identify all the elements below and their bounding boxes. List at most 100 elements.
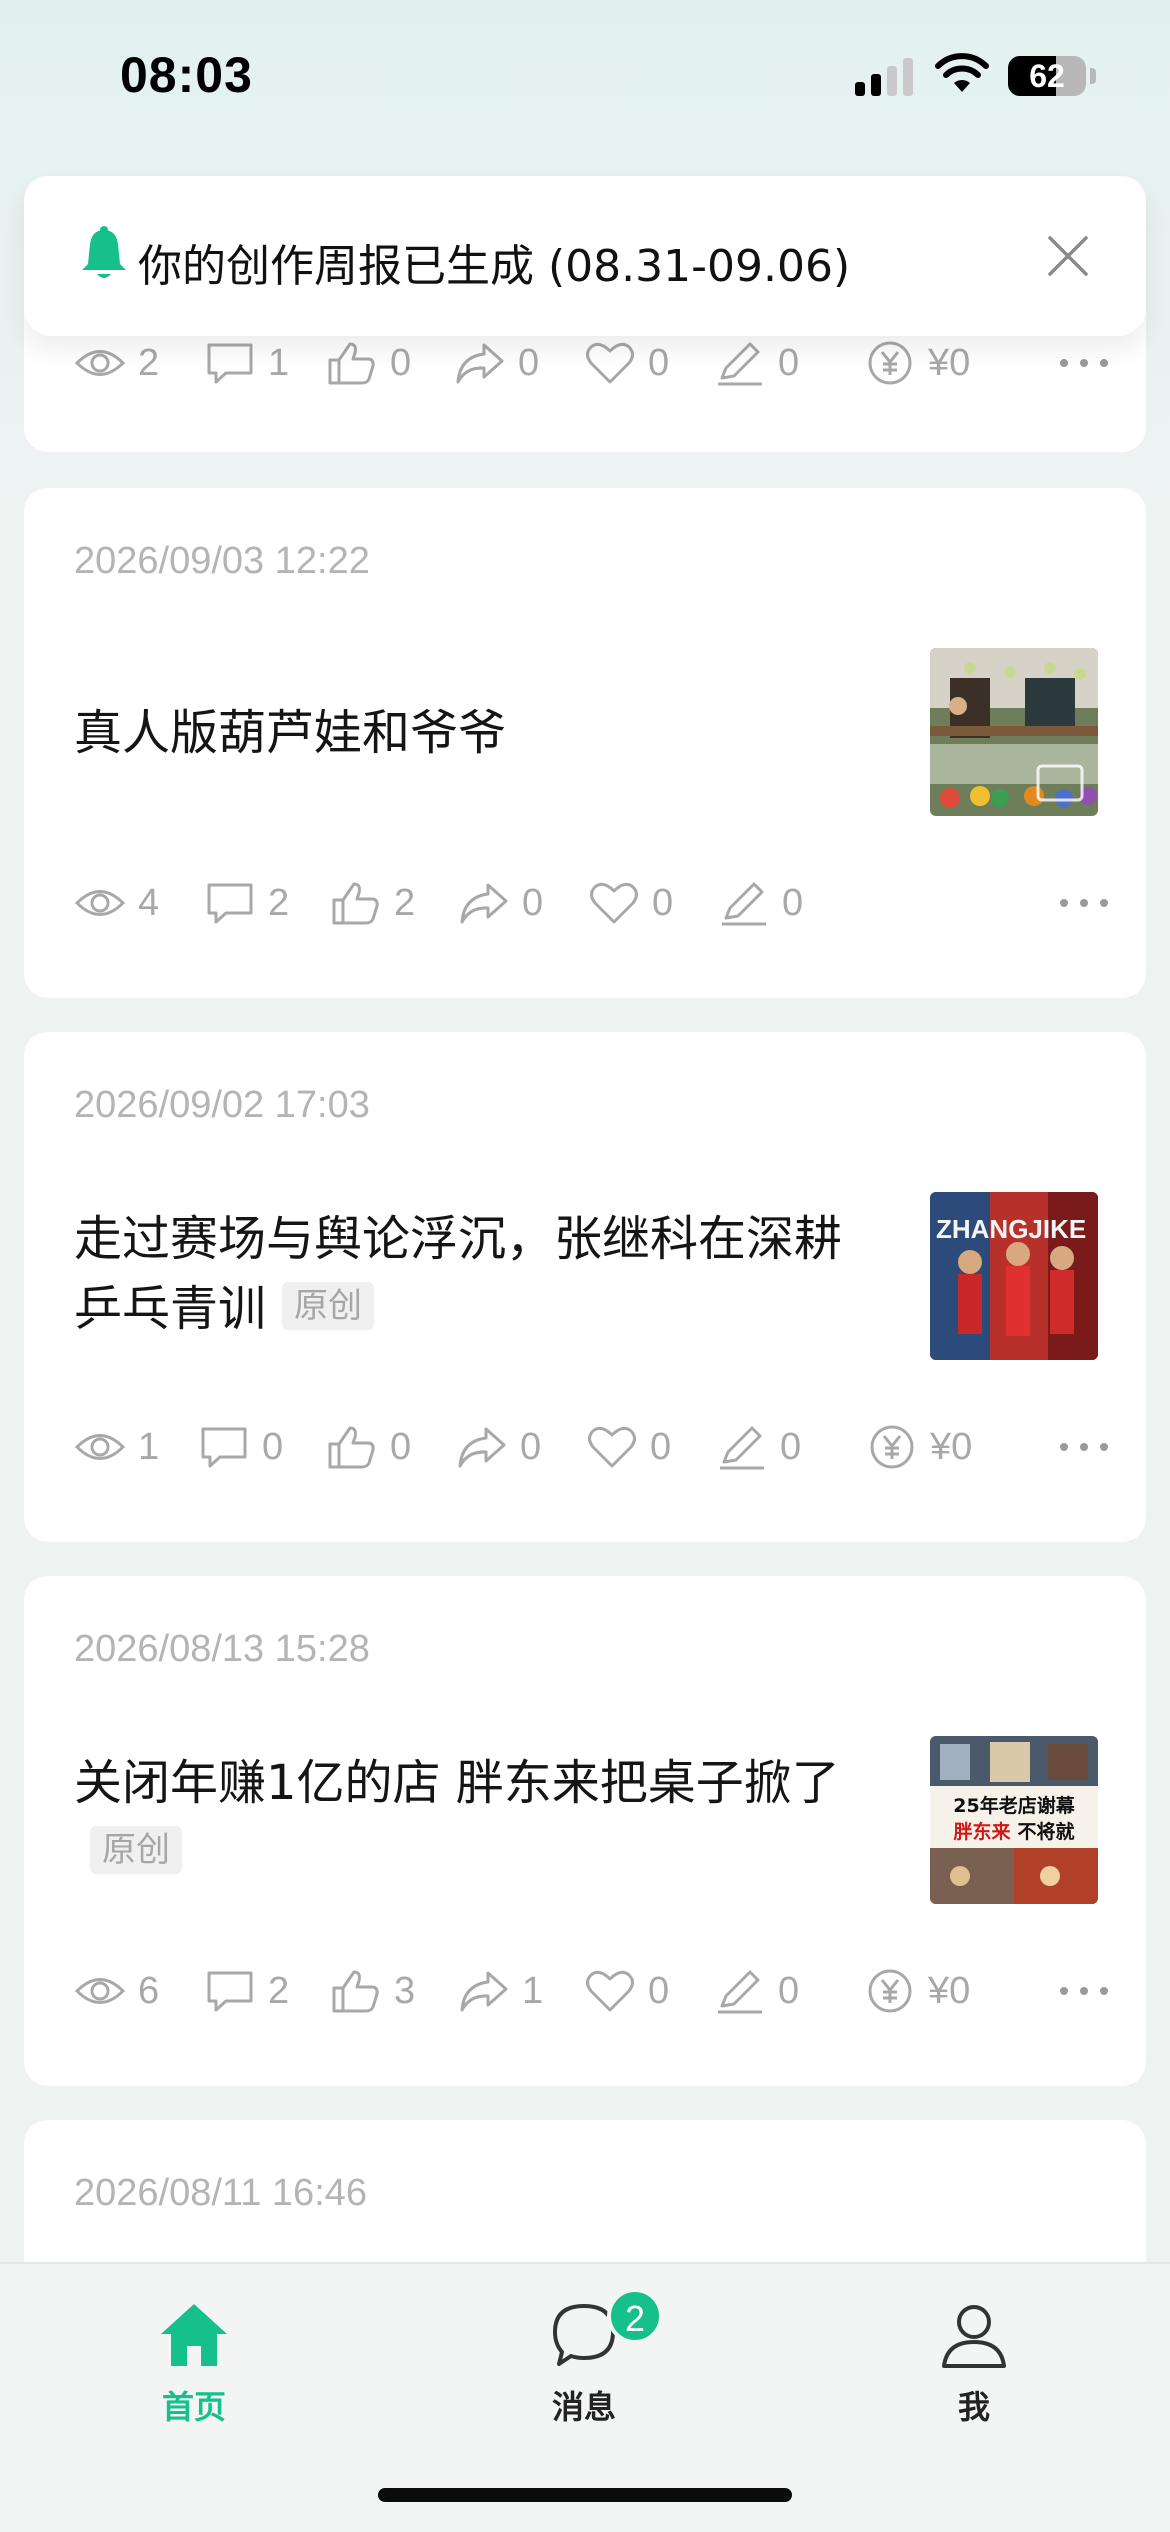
notice-text: 你的创作周报已生成 (08.31-09.06) [138, 241, 851, 292]
shares-stat[interactable]: 0 [454, 338, 539, 388]
shares-stat[interactable]: 0 [456, 1422, 541, 1472]
post-title[interactable]: 真人版葫芦娃和爷爷 [74, 698, 874, 768]
post-title-text: 走过赛场与舆论浮沉，张继科在深耕乒乓青训 [74, 1211, 843, 1337]
heart-icon [590, 882, 638, 924]
earnings-stat[interactable]: ¥0 [864, 1966, 970, 2016]
cellular-signal-icon [855, 56, 913, 96]
share-icon [456, 343, 504, 384]
battery-tip [1090, 68, 1096, 84]
post-thumbnail[interactable]: ZHANGJIKE [930, 1192, 1098, 1360]
battery-icon: 62 [1008, 56, 1086, 96]
post-stats: 1 0 0 0 0 0 ¥0 [74, 1422, 1114, 1472]
post-card[interactable]: 2026/08/13 15:28 关闭年赚1亿的店 胖东来把桌子掀了原创 25年… [24, 1576, 1146, 2086]
likes-stat[interactable]: 2 [330, 878, 415, 928]
edits-stat[interactable]: 0 [714, 1966, 799, 2016]
comments-stat[interactable]: 1 [204, 338, 289, 388]
likes-stat[interactable]: 0 [326, 338, 411, 388]
pen-icon [718, 1970, 762, 2014]
home-indicator [378, 2488, 792, 2502]
pen-icon [718, 342, 762, 386]
post-date: 2026/09/03 12:22 [74, 540, 370, 582]
favorites-stat[interactable]: 0 [588, 878, 673, 928]
post-date: 2026/09/02 17:03 [74, 1084, 370, 1126]
post-thumbnail[interactable]: 25年老店谢幕 胖东来 不将就 [930, 1736, 1098, 1904]
eye-icon [74, 890, 126, 916]
post-title-text: 关闭年赚1亿的店 胖东来把桌子掀了 [74, 1755, 840, 1811]
original-tag: 原创 [90, 1826, 182, 1874]
post-stats: 4 2 2 0 0 0 [74, 878, 1114, 928]
home-icon [161, 2304, 227, 2366]
more-options-icon[interactable] [1054, 878, 1114, 928]
shares-stat[interactable]: 1 [458, 1966, 543, 2016]
comment-icon [207, 883, 253, 924]
comments-stat[interactable]: 2 [204, 1966, 289, 2016]
bell-icon [82, 226, 126, 278]
heart-icon [586, 1970, 634, 2012]
edits-stat[interactable]: 0 [716, 1422, 801, 1472]
heart-icon [586, 342, 634, 384]
edits-stat[interactable]: 0 [718, 878, 803, 928]
views-stat[interactable]: 6 [74, 1966, 159, 2016]
thumbnail-caption-line1: 25年老店谢幕 [953, 1794, 1075, 1817]
likes-stat[interactable]: 0 [326, 1422, 411, 1472]
views-stat[interactable]: 4 [74, 878, 159, 928]
thumbs-up-icon [332, 1970, 379, 2013]
tab-messages[interactable]: 2 消息 [474, 2288, 694, 2440]
tab-messages-label: 消息 [551, 2388, 616, 2426]
favorites-stat[interactable]: 0 [584, 1966, 669, 2016]
post-stats: 6 2 3 1 0 0 ¥0 [74, 1966, 1114, 2016]
more-options-icon[interactable] [1054, 1966, 1114, 2016]
post-date: 2026/08/13 15:28 [74, 1628, 370, 1670]
thumbnail-caption-red: 胖东来 [953, 1820, 1010, 1843]
more-options-icon[interactable] [1054, 338, 1114, 388]
messages-badge: 2 [607, 2288, 663, 2344]
yen-icon [868, 341, 912, 385]
thumbs-up-icon [328, 1426, 375, 1469]
close-icon[interactable] [1044, 232, 1092, 280]
post-title[interactable]: 走过赛场与舆论浮沉，张继科在深耕乒乓青训 原创 [74, 1204, 874, 1344]
tab-home[interactable]: 首页 [84, 2300, 304, 2440]
views-stat[interactable]: 1 [74, 1422, 159, 1472]
battery-percent: 62 [1029, 58, 1065, 94]
shares-stat[interactable]: 0 [458, 878, 543, 928]
eye-icon [74, 1978, 126, 2004]
comment-icon [207, 343, 253, 384]
tab-me-label: 我 [957, 2388, 990, 2426]
yen-icon [868, 1969, 912, 2013]
thumbs-up-icon [332, 882, 379, 925]
thumbs-up-icon [328, 342, 375, 385]
share-icon [460, 1971, 508, 2012]
heart-icon [588, 1426, 636, 1468]
comments-stat[interactable]: 2 [204, 878, 289, 928]
eye-icon [74, 350, 126, 376]
post-card[interactable]: 2026/09/02 17:03 走过赛场与舆论浮沉，张继科在深耕乒乓青训 原创 … [24, 1032, 1146, 1542]
post-date: 2026/08/11 16:46 [74, 2172, 368, 2214]
post-title[interactable]: 关闭年赚1亿的店 胖东来把桌子掀了原创 [74, 1748, 874, 1888]
comment-icon [207, 1971, 253, 2012]
post-stats: 2 1 0 0 0 0 ¥0 [74, 338, 1114, 388]
comments-stat[interactable]: 0 [198, 1422, 283, 1472]
comment-icon [201, 1427, 247, 1468]
more-options-icon[interactable] [1054, 1422, 1114, 1472]
likes-stat[interactable]: 3 [330, 1966, 415, 2016]
status-bar: 08:03 62 [0, 0, 1170, 150]
post-thumbnail[interactable] [930, 648, 1098, 816]
post-card[interactable]: 2026/09/03 12:22 真人版葫芦娃和爷爷 4 2 2 0 0 0 [24, 488, 1146, 998]
thumbnail-text: ZHANGJIKE [936, 1214, 1086, 1244]
tab-me[interactable]: 我 [864, 2300, 1084, 2440]
earnings-stat[interactable]: ¥0 [864, 338, 970, 388]
eye-icon [74, 1434, 126, 1460]
edits-stat[interactable]: 0 [714, 338, 799, 388]
yen-icon [870, 1425, 914, 1469]
favorites-stat[interactable]: 0 [584, 338, 669, 388]
status-time: 08:03 [120, 47, 253, 103]
pen-icon [722, 882, 766, 926]
share-icon [458, 1427, 506, 1468]
views-stat[interactable]: 2 [74, 338, 159, 388]
thumbnail-caption-black: 不将就 [1017, 1820, 1074, 1843]
weekly-report-notice[interactable]: 你的创作周报已生成 (08.31-09.06) [24, 176, 1146, 336]
wifi-icon [935, 53, 989, 92]
earnings-stat[interactable]: ¥0 [866, 1422, 972, 1472]
pen-icon [720, 1426, 764, 1470]
favorites-stat[interactable]: 0 [586, 1422, 671, 1472]
